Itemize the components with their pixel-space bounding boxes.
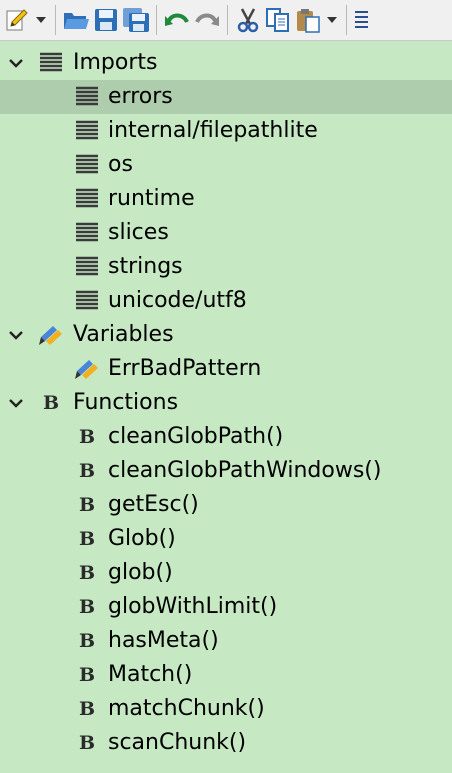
- tree-item-function[interactable]: B glob(): [0, 556, 452, 590]
- redo-icon: [195, 13, 219, 26]
- tree-item-label: hasMeta(): [108, 628, 219, 653]
- import-list-icon: [74, 85, 100, 109]
- tree-item-import[interactable]: internal/filepathlite: [0, 114, 452, 148]
- tree-item-label: slices: [108, 220, 169, 245]
- save-button[interactable]: [91, 3, 121, 37]
- toolbar-separator: [346, 5, 347, 35]
- tree-item-import[interactable]: errors: [0, 80, 452, 114]
- open-folder-button[interactable]: [61, 3, 91, 37]
- tree-item-function[interactable]: B getEsc(): [0, 488, 452, 522]
- function-b-icon: B: [78, 663, 96, 686]
- chevron-down-icon: [327, 17, 337, 23]
- pencil-icon: [6, 9, 28, 31]
- save-all-button[interactable]: [121, 3, 151, 37]
- lines-icon: [355, 11, 368, 28]
- chevron-down-icon: [36, 17, 46, 23]
- tree-item-label: getEsc(): [108, 492, 199, 517]
- variable-icon: [74, 357, 100, 381]
- outline-tree: Imports errors internal/filepathlite os …: [0, 46, 452, 760]
- tree-item-label: internal/filepathlite: [108, 118, 318, 143]
- tree-item-function[interactable]: B scanChunk(): [0, 726, 452, 760]
- tree-item-label: cleanGlobPath(): [108, 424, 284, 449]
- import-list-icon: [74, 153, 100, 177]
- collapse-chevron-icon[interactable]: [6, 54, 26, 72]
- tree-item-variable[interactable]: ErrBadPattern: [0, 352, 452, 386]
- function-b-icon: B: [78, 595, 96, 618]
- import-list-icon: [74, 187, 100, 211]
- function-b-icon: B: [42, 391, 60, 414]
- clipboard-icon: [297, 9, 320, 33]
- tree-item-import[interactable]: slices: [0, 216, 452, 250]
- toolbar-separator: [55, 5, 56, 35]
- tree-item-function[interactable]: B matchChunk(): [0, 692, 452, 726]
- tree-item-label: ErrBadPattern: [108, 356, 262, 381]
- tree-group-functions[interactable]: B Functions: [0, 386, 452, 420]
- tree-item-label: Glob(): [108, 526, 176, 551]
- tree-item-label: errors: [108, 84, 173, 109]
- tree-item-import[interactable]: runtime: [0, 182, 452, 216]
- tree-item-function[interactable]: B Glob(): [0, 522, 452, 556]
- function-b-icon: B: [78, 731, 96, 754]
- function-b-icon: B: [78, 425, 96, 448]
- copy-icon: [266, 8, 289, 32]
- scissors-icon: [237, 8, 259, 33]
- toolbar-separator: [227, 5, 228, 35]
- import-list-icon: [74, 255, 100, 279]
- tree-item-label: cleanGlobPathWindows(): [108, 458, 382, 483]
- paste-dropdown[interactable]: [323, 3, 341, 37]
- tree-group-label: Imports: [73, 50, 158, 75]
- tree-item-label: matchChunk(): [108, 696, 265, 721]
- import-list-icon: [74, 221, 100, 245]
- tree-group-imports[interactable]: Imports: [0, 46, 452, 80]
- tree-item-label: strings: [108, 254, 183, 279]
- variable-icon: [38, 323, 64, 347]
- tree-item-label: globWithLimit(): [108, 594, 278, 619]
- tree-item-label: scanChunk(): [108, 730, 247, 755]
- tree-item-function[interactable]: B Match(): [0, 658, 452, 692]
- tree-item-label: runtime: [108, 186, 195, 211]
- cut-button[interactable]: [233, 3, 263, 37]
- tree-item-label: os: [108, 152, 133, 177]
- function-b-icon: B: [78, 527, 96, 550]
- tree-item-import[interactable]: strings: [0, 250, 452, 284]
- new-menu-dropdown[interactable]: [32, 3, 50, 37]
- tree-item-function[interactable]: B globWithLimit(): [0, 590, 452, 624]
- function-b-icon: B: [78, 493, 96, 516]
- tree-item-label: unicode/utf8: [108, 288, 247, 313]
- import-list-icon: [74, 289, 100, 313]
- folder-open-icon: [64, 13, 89, 29]
- function-b-icon: B: [78, 697, 96, 720]
- more-button[interactable]: [352, 3, 370, 37]
- collapse-chevron-icon[interactable]: [6, 394, 26, 412]
- function-b-icon: B: [78, 459, 96, 482]
- floppy-disk-icon: [95, 9, 117, 31]
- tree-item-label: Match(): [108, 662, 193, 687]
- tree-item-import[interactable]: os: [0, 148, 452, 182]
- redo-button[interactable]: [192, 3, 222, 37]
- toolbar-separator: [156, 5, 157, 35]
- tree-item-function[interactable]: B hasMeta(): [0, 624, 452, 658]
- new-file-button[interactable]: [2, 3, 32, 37]
- tree-item-function[interactable]: B cleanGlobPath(): [0, 420, 452, 454]
- paste-button[interactable]: [293, 3, 323, 37]
- tree-item-import[interactable]: unicode/utf8: [0, 284, 452, 318]
- tree-group-label: Functions: [73, 390, 179, 415]
- collapse-chevron-icon[interactable]: [6, 326, 26, 344]
- undo-icon: [165, 13, 189, 26]
- import-list-icon: [74, 119, 100, 143]
- copy-button[interactable]: [263, 3, 293, 37]
- import-list-icon: [38, 51, 64, 75]
- floppy-disks-icon: [123, 8, 149, 32]
- function-b-icon: B: [78, 561, 96, 584]
- tree-group-label: Variables: [73, 322, 174, 347]
- tree-item-function[interactable]: B cleanGlobPathWindows(): [0, 454, 452, 488]
- undo-button[interactable]: [162, 3, 192, 37]
- tree-item-label: glob(): [108, 560, 173, 585]
- function-b-icon: B: [78, 629, 96, 652]
- tree-group-variables[interactable]: Variables: [0, 318, 452, 352]
- toolbar: [0, 0, 452, 41]
